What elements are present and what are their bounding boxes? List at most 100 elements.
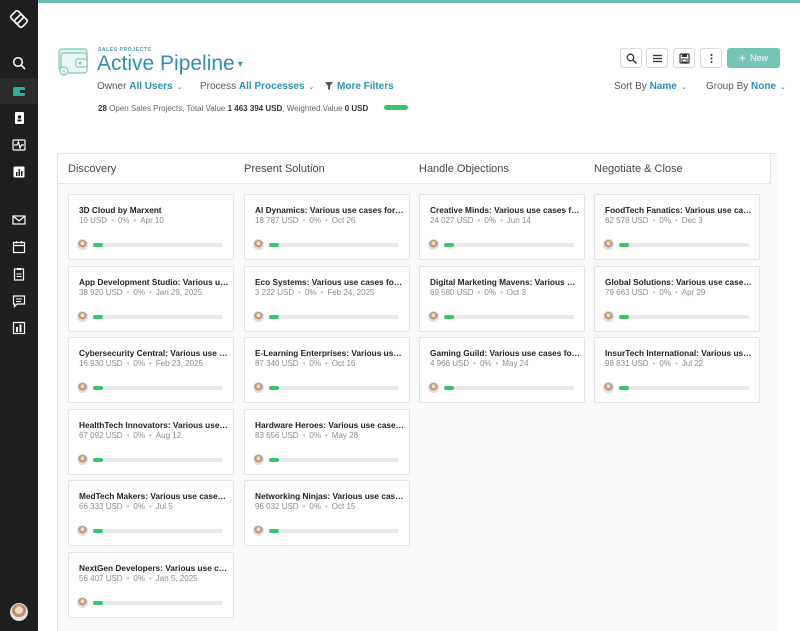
- pipeline-card[interactable]: Networking Ninjas: Various use cases for…: [244, 480, 410, 546]
- owner-avatar[interactable]: [77, 311, 88, 322]
- card-value: 4 966 USD: [430, 359, 470, 368]
- card-date: Oct 15: [331, 502, 356, 511]
- card-meta: 16 930 USD • 0% • Feb 23, 2025: [79, 359, 203, 368]
- owner-avatar[interactable]: [428, 239, 439, 250]
- plus-icon: +: [738, 51, 746, 65]
- owner-avatar[interactable]: [253, 382, 264, 393]
- more-filters-button[interactable]: More Filters: [325, 81, 394, 92]
- sort-by-dropdown[interactable]: Sort By Name ⌄: [614, 81, 687, 92]
- sidebar-item-search[interactable]: [0, 50, 38, 76]
- pipeline-card[interactable]: Eco Systems: Various use cases for Plan 3…: [244, 266, 410, 332]
- pipeline-card[interactable]: App Development Studio: Various use case…: [68, 266, 234, 332]
- card-probability: 0%: [309, 502, 321, 511]
- pipeline-card[interactable]: FoodTech Fanatics: Various use cases for…: [594, 194, 760, 260]
- card-date: Jul 22: [681, 359, 704, 368]
- owner-avatar[interactable]: [428, 311, 439, 322]
- owner-avatar[interactable]: [77, 382, 88, 393]
- separator-dot: •: [477, 216, 481, 225]
- sidebar-item-mail[interactable]: [0, 207, 38, 233]
- sidebar-item-contacts[interactable]: [0, 105, 38, 131]
- pipeline-card[interactable]: InsurTech International: Various use cas…: [594, 337, 760, 403]
- card-value: 98 831 USD: [605, 359, 649, 368]
- search-button[interactable]: [620, 48, 642, 68]
- card-probability: 0%: [484, 216, 496, 225]
- owner-avatar[interactable]: [603, 382, 614, 393]
- sidebar-item-activity[interactable]: [0, 132, 38, 158]
- list-view-button[interactable]: [646, 48, 668, 68]
- owner-avatar[interactable]: [603, 239, 614, 250]
- owner-avatar[interactable]: [253, 454, 264, 465]
- chevron-down-icon: ▾: [237, 58, 243, 70]
- save-view-button[interactable]: [673, 48, 695, 68]
- separator-dot: •: [652, 288, 656, 297]
- sidebar-item-calendar[interactable]: [0, 234, 38, 260]
- card-date: Jan 29, 2025: [155, 288, 203, 297]
- card-progress-track: [93, 601, 223, 605]
- more-options-button[interactable]: [700, 48, 722, 68]
- group-by-dropdown[interactable]: Group By None ⌄: [706, 81, 786, 92]
- pipeline-card[interactable]: MedTech Makers: Various use cases for Pl…: [68, 480, 234, 546]
- more-filters-label: More Filters: [337, 81, 394, 92]
- owner-avatar[interactable]: [77, 454, 88, 465]
- card-progress-fill: [444, 386, 455, 390]
- group-label: Group By: [706, 81, 749, 92]
- chart-icon: [12, 321, 26, 335]
- pipeline-card[interactable]: NextGen Developers: Various use cases fo…: [68, 552, 234, 618]
- owner-filter[interactable]: Owner All Users ⌄: [97, 81, 182, 92]
- pipeline-card[interactable]: HealthTech Innovators: Various use cases…: [68, 409, 234, 475]
- save-icon: [678, 52, 690, 64]
- card-value: 10 USD: [79, 216, 108, 225]
- owner-avatar[interactable]: [77, 239, 88, 250]
- pipeline-card[interactable]: Digital Marketing Mavens: Various use ca…: [419, 266, 585, 332]
- pipeline-card[interactable]: Gaming Guild: Various use cases for Plan…: [419, 337, 585, 403]
- card-title: Creative Minds: Various use cases for Pl…: [430, 205, 580, 215]
- sidebar-item-tasks[interactable]: [0, 261, 38, 287]
- card-title: InsurTech International: Various use cas…: [605, 348, 755, 358]
- card-date: Oct 16: [331, 359, 356, 368]
- column-title: Handle Objections: [419, 163, 509, 175]
- card-title: Digital Marketing Mavens: Various use ca…: [430, 277, 580, 287]
- new-button-label: New: [750, 53, 769, 63]
- pipeline-card[interactable]: Global Solutions: Various use cases for …: [594, 266, 760, 332]
- card-meta: 24 027 USD • 0% • Jun 14: [430, 216, 531, 225]
- card-value: 79 663 USD: [605, 288, 649, 297]
- sidebar-item-chat[interactable]: [0, 288, 38, 314]
- owner-avatar[interactable]: [253, 311, 264, 322]
- pipeline-card[interactable]: AI Dynamics: Various use cases for Plan 1…: [244, 194, 410, 260]
- pipeline-card[interactable]: 3D Cloud by Marxent 10 USD • 0% • Apr 10: [68, 194, 234, 260]
- pipeline-card[interactable]: Hardware Heroes: Various use cases for P…: [244, 409, 410, 475]
- owner-avatar[interactable]: [603, 311, 614, 322]
- pipeline-card[interactable]: E-Learning Enterprises: Various use case…: [244, 337, 410, 403]
- owner-avatar[interactable]: [77, 525, 88, 536]
- sidebar-item-sales[interactable]: [0, 78, 38, 104]
- card-meta: 10 USD • 0% • Apr 10: [79, 216, 164, 225]
- process-label: Process: [200, 81, 237, 92]
- card-progress-fill: [444, 315, 455, 319]
- owner-avatar[interactable]: [77, 597, 88, 608]
- new-button[interactable]: + New: [727, 48, 780, 68]
- process-filter[interactable]: Process All Processes ⌄: [200, 81, 314, 92]
- sidebar-item-analytics[interactable]: [0, 315, 38, 341]
- column-title: Discovery: [68, 163, 117, 175]
- summary-text-1: Open Sales Projects, Total Value: [109, 104, 226, 113]
- page-title[interactable]: Active Pipeline ▾: [97, 52, 243, 76]
- owner-label: Owner: [97, 81, 127, 92]
- summary-text-2: , Weighted Value: [282, 104, 343, 113]
- pipeline-card[interactable]: Cybersecurity Central: Various use cases…: [68, 337, 234, 403]
- owner-avatar[interactable]: [253, 239, 264, 250]
- user-avatar[interactable]: [10, 603, 28, 621]
- separator-dot: •: [495, 359, 499, 368]
- layers-logo-icon[interactable]: [8, 8, 30, 30]
- pipeline-summary: 28 Open Sales Projects, Total Value 1 46…: [98, 104, 368, 113]
- card-value: 18 787 USD: [255, 216, 299, 225]
- card-value: 38 920 USD: [79, 288, 123, 297]
- sidebar-item-reports[interactable]: [0, 159, 38, 185]
- card-probability: 0%: [479, 359, 492, 368]
- search-icon: [626, 53, 637, 64]
- pipeline-card[interactable]: Creative Minds: Various use cases for Pl…: [419, 194, 585, 260]
- card-progress-track: [619, 243, 749, 247]
- owner-avatar[interactable]: [428, 382, 439, 393]
- board-scrollbar[interactable]: [771, 184, 777, 314]
- owner-avatar[interactable]: [253, 525, 264, 536]
- clipboard-icon: [13, 268, 25, 281]
